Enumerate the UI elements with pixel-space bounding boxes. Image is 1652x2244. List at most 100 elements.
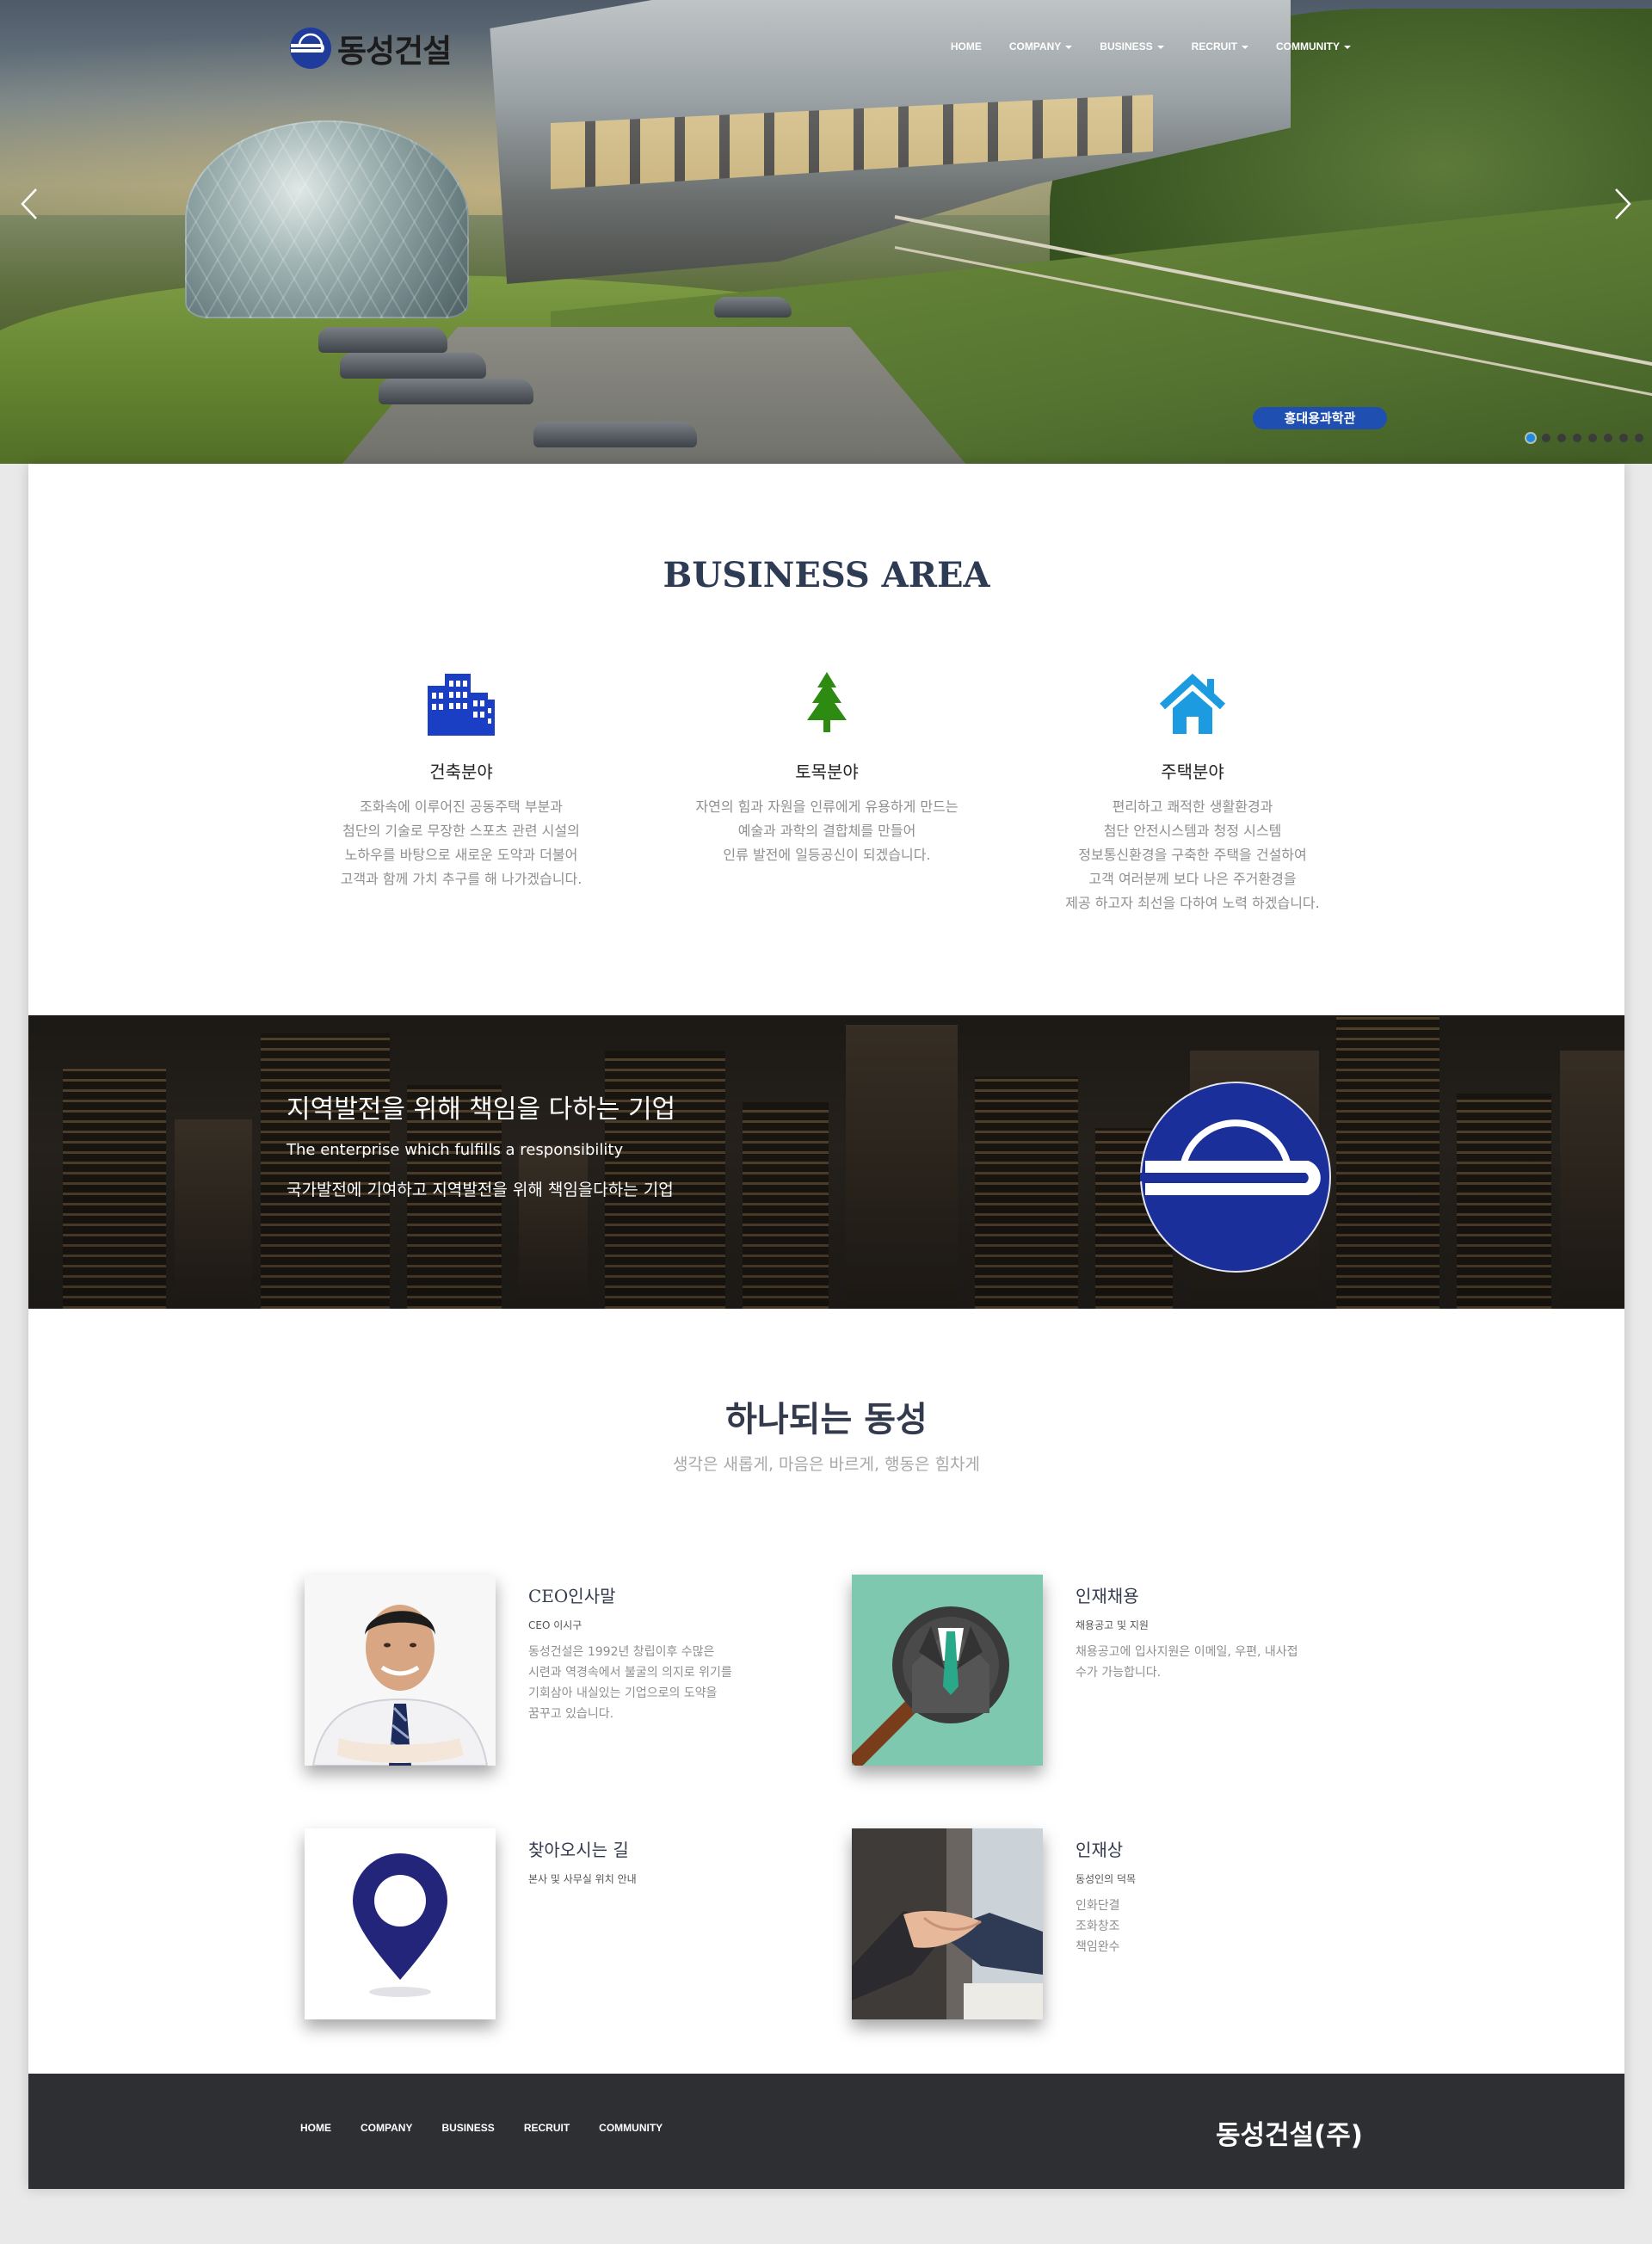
handshake-icon — [852, 1828, 1043, 2019]
hero-glass-dome — [185, 120, 469, 318]
banner-overlay — [28, 1015, 1624, 1309]
nav-business-label: BUSINESS — [1100, 40, 1153, 52]
banner-text: 국가발전에 기여하고 지역발전을 위해 책임을다하는 기업 — [287, 1181, 674, 1199]
slider-dot[interactable] — [1557, 434, 1566, 442]
business-item-desc: 자연의 힘과 자원을 인류에게 유용하게 만드는 예술과 과학의 결합체를 만들… — [655, 795, 999, 867]
text-line: 꿈꾸고 있습니다. — [528, 1707, 614, 1721]
chevron-left-icon — [21, 188, 37, 219]
location-link[interactable]: 찾아오시는 길 — [528, 1836, 629, 1861]
desc-line: 자연의 힘과 자원을 인류에게 유용하게 만드는 — [695, 798, 959, 815]
map-pin-icon — [305, 1828, 496, 2019]
recruit-summary: 채용공고에 입사지원은 이메일, 우편, 내사접 수가 가능합니다. — [1076, 1642, 1325, 1683]
building-icon — [422, 670, 500, 739]
nav-home[interactable]: HOME — [951, 40, 982, 52]
footer-link-company[interactable]: COMPANY — [361, 2122, 412, 2134]
desc-line: 정보통신환경을 구축한 주택을 건설하여 — [1078, 847, 1307, 863]
nav-community-label: COMMUNITY — [1276, 40, 1340, 52]
slider-dot[interactable] — [1526, 434, 1535, 442]
caret-down-icon — [1242, 45, 1248, 49]
footer-brand: 동성건설(주) — [1216, 2120, 1363, 2151]
slider-dot[interactable] — [1604, 434, 1612, 442]
nav-home-label: HOME — [950, 40, 982, 52]
footer-link-home[interactable]: HOME — [300, 2122, 331, 2134]
banner-title: 지역발전을 위해 책임을 다하는 기업 — [287, 1094, 676, 1125]
footer-link-business[interactable]: BUSINESS — [441, 2122, 494, 2134]
text-line: 인화단결 — [1076, 1899, 1120, 1913]
brand-emblem-icon — [290, 28, 331, 69]
tree-icon — [788, 670, 866, 739]
nav-business[interactable]: BUSINESS — [1100, 40, 1164, 52]
location-image[interactable] — [305, 1828, 496, 2019]
business-item-title: 주택분야 — [1161, 761, 1224, 782]
text-line: 채용공고에 입사지원은 이메일, 우편, 내사접 — [1076, 1645, 1298, 1659]
desc-line: 조화속에 이루어진 공동주택 부분과 — [359, 798, 564, 815]
business-item-title: 건축분야 — [429, 761, 493, 782]
banner-subtitle: The enterprise which fulfills a responsi… — [287, 1141, 624, 1159]
business-item-title: 토목분야 — [795, 761, 859, 782]
mission-banner: 지역발전을 위해 책임을 다하는 기업 The enterprise which… — [28, 1015, 1624, 1309]
nav-recruit[interactable]: RECRUIT — [1192, 40, 1248, 52]
text-line: 수가 가능합니다. — [1076, 1666, 1162, 1680]
house-icon — [1154, 670, 1231, 739]
nav-company-label: COMPANY — [1008, 40, 1062, 52]
business-item-civil: 토목분야 자연의 힘과 자원을 인류에게 유용하게 만드는 예술과 과학의 결합… — [655, 670, 999, 867]
hero-car — [340, 353, 486, 379]
business-item-architecture: 건축분야 조화속에 이루어진 공동주택 부분과 첨단의 기술로 무장한 스포츠 … — [289, 670, 633, 891]
text-line: 조화창조 — [1076, 1920, 1120, 1933]
site-logo[interactable]: 동성건설 — [289, 25, 452, 71]
section-title: 하나되는 동성 — [725, 1399, 928, 1439]
business-item-desc: 편리하고 쾌적한 생활환경과 첨단 안전시스템과 청정 시스템 정보통신환경을 … — [1020, 795, 1365, 915]
caret-down-icon — [1156, 45, 1164, 49]
caret-down-icon — [1344, 45, 1351, 49]
desc-line: 인류 발전에 일등공신이 되겠습니다. — [723, 847, 931, 863]
slider-dot[interactable] — [1573, 434, 1581, 442]
text-line: 기회삼아 내실있는 기업으로의 도약을 — [528, 1686, 718, 1700]
slider-dot[interactable] — [1635, 434, 1643, 442]
text-line: 책임완수 — [1076, 1940, 1120, 1954]
main-content: BUSINESS AREA 건축분야 조화속에 이루어진 공동주택 부분과 첨단… — [28, 464, 1624, 2189]
hero-slider: 동성건설 HOME COMPANY BUSINESS RECRUIT COMMU… — [0, 0, 1652, 464]
talent-subtitle: 동성인의 덕목 — [1076, 1873, 1137, 1885]
footer-link-community[interactable]: COMMUNITY — [599, 2122, 663, 2134]
desc-line: 첨단의 기술로 무장한 스포츠 관련 시설의 — [342, 823, 580, 839]
nav-company[interactable]: COMPANY — [1008, 40, 1073, 52]
ceo-greeting-link[interactable]: CEO인사말 — [528, 1582, 616, 1607]
recruit-image[interactable] — [852, 1575, 1043, 1766]
site-logo-text: 동성건설 — [337, 33, 452, 70]
desc-line: 고객 여러분께 보다 나은 주거환경을 — [1088, 871, 1297, 887]
section-subtitle: 생각은 새롭게, 마음은 바르게, 행동은 힘차게 — [673, 1455, 980, 1474]
talent-link[interactable]: 인재상 — [1076, 1836, 1123, 1861]
footer-link-recruit[interactable]: RECRUIT — [524, 2122, 570, 2134]
caret-down-icon — [1065, 45, 1073, 49]
text-line: 동성건설은 1992년 창립이후 수많은 — [528, 1645, 715, 1659]
talent-image[interactable] — [852, 1828, 1043, 2019]
business-item-housing: 주택분야 편리하고 쾌적한 생활환경과 첨단 안전시스템과 청정 시스템 정보통… — [1020, 670, 1365, 915]
slide-caption: 홍대용과학관 — [1253, 407, 1387, 429]
desc-line: 첨단 안전시스템과 청정 시스템 — [1103, 823, 1282, 839]
site-footer: HOME COMPANY BUSINESS RECRUIT COMMUNITY … — [28, 2074, 1624, 2189]
hero-car — [379, 379, 533, 404]
ceo-summary: 동성건설은 1992년 창립이후 수많은 시련과 역경속에서 불굴의 의지로 위… — [528, 1642, 778, 1724]
slider-next-button[interactable] — [1612, 188, 1633, 220]
location-subtitle: 본사 및 사무실 위치 안내 — [528, 1873, 637, 1885]
ceo-name: CEO 이시구 — [528, 1619, 583, 1631]
desc-line: 예술과 과학의 결합체를 만들어 — [737, 823, 916, 839]
slider-dots — [1526, 434, 1643, 442]
footer-nav: HOME COMPANY BUSINESS RECRUIT COMMUNITY — [300, 2122, 663, 2134]
nav-community[interactable]: COMMUNITY — [1276, 40, 1351, 52]
hero-car — [318, 327, 447, 353]
chevron-right-icon — [1615, 188, 1631, 219]
hero-car — [714, 297, 792, 317]
desc-line: 노하우를 바탕으로 새로운 도약과 더불어 — [344, 847, 578, 863]
desc-line: 고객과 함께 가치 추구를 해 나가겠습니다. — [340, 871, 583, 887]
slider-dot[interactable] — [1588, 434, 1597, 442]
main-nav: HOME COMPANY BUSINESS RECRUIT COMMUNITY — [951, 40, 1351, 52]
desc-line: 제공 하고자 최선을 다하여 노력 하겠습니다. — [1065, 895, 1320, 911]
recruit-subtitle: 채용공고 및 지원 — [1076, 1619, 1149, 1631]
ceo-photo[interactable] — [305, 1575, 496, 1766]
ceo-portrait-image — [305, 1575, 496, 1766]
slider-prev-button[interactable] — [19, 188, 40, 220]
slider-dot[interactable] — [1542, 434, 1550, 442]
recruit-link[interactable]: 인재채용 — [1076, 1582, 1139, 1607]
slider-dot[interactable] — [1619, 434, 1628, 442]
